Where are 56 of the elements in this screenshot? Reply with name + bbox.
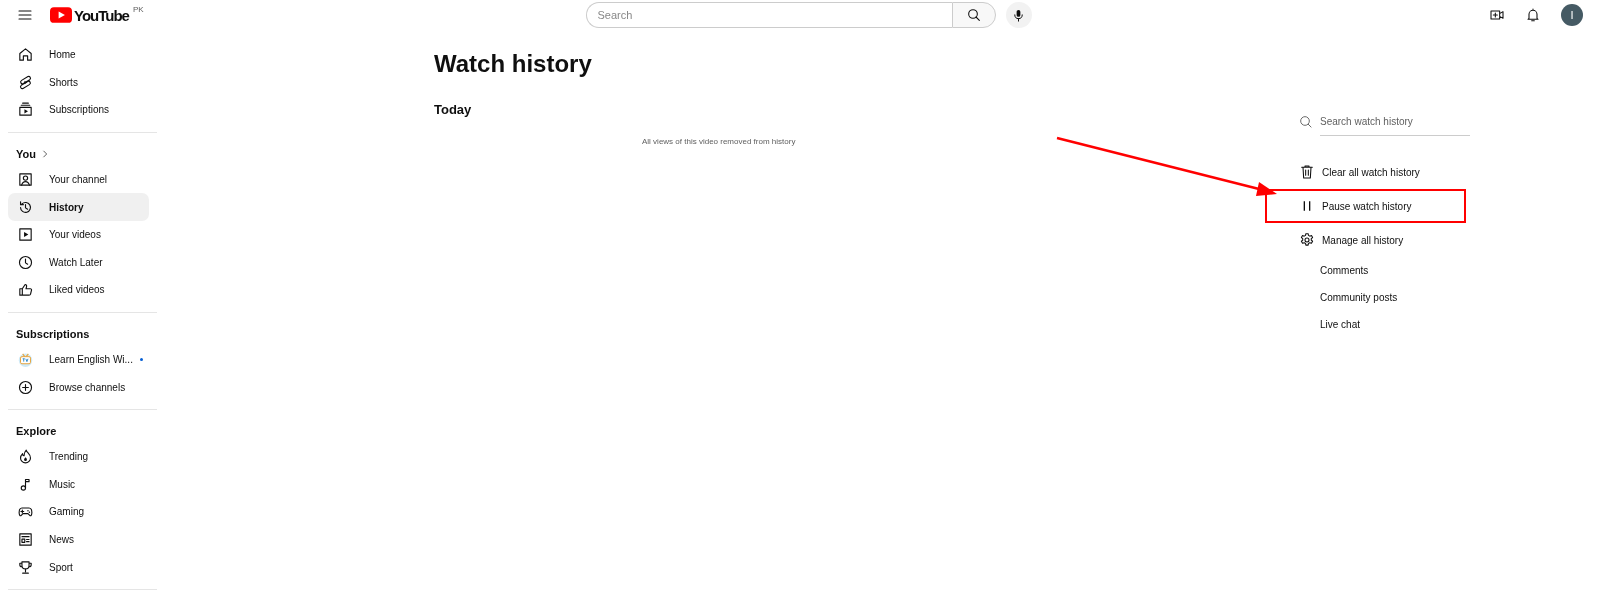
- gear-icon: [1299, 232, 1315, 248]
- sidebar-item[interactable]: Browse channels: [8, 373, 149, 401]
- sidebar-item[interactable]: Your videos: [8, 220, 149, 249]
- sidebar-item[interactable]: Your channel: [8, 165, 149, 194]
- sidebar-item[interactable]: Liked videos: [8, 276, 149, 304]
- history-link[interactable]: Comments: [1295, 257, 1369, 284]
- microphone-button[interactable]: [1005, 2, 1032, 28]
- history-action-button[interactable]: Clear all watch history: [1265, 155, 1474, 189]
- play-logo-icon: [50, 7, 72, 23]
- search-field[interactable]: Search: [585, 2, 952, 28]
- sidebar-item[interactable]: News: [8, 525, 149, 554]
- search-icon: [965, 7, 982, 23]
- subscriptions-icon: [17, 101, 34, 119]
- clock-icon: [17, 253, 34, 271]
- history-link[interactable]: Community posts: [1295, 284, 1398, 311]
- user-icon: [17, 171, 34, 189]
- sidebar-item[interactable]: Shorts: [8, 68, 149, 97]
- video-icon: [17, 226, 34, 244]
- newspaper-icon: [17, 531, 34, 548]
- history-icon: [17, 198, 34, 216]
- channel-avatar-icon: [17, 351, 34, 369]
- menu-icon: [17, 7, 33, 23]
- sidebar-item[interactable]: Sport: [8, 553, 149, 581]
- thumbs-up-icon: [17, 281, 34, 299]
- avatar[interactable]: I: [1561, 4, 1583, 26]
- shorts-icon: [17, 73, 34, 91]
- section-heading: Explore: [16, 424, 57, 437]
- sidebar-item[interactable]: Home: [8, 41, 149, 69]
- section-heading: Subscriptions: [16, 327, 90, 340]
- microphone-icon: [1011, 7, 1026, 23]
- sidebar-item[interactable]: Watch Later: [8, 248, 149, 277]
- history-action-button[interactable]: Pause watch history: [1265, 189, 1466, 223]
- history-search-field[interactable]: Search watch history: [1320, 116, 1470, 136]
- sidebar-item[interactable]: Gaming: [8, 498, 149, 526]
- search-icon: [1298, 114, 1314, 130]
- page-title: Watch history: [434, 50, 593, 78]
- sidebar-item[interactable]: Trending: [8, 442, 149, 471]
- sidebar-item[interactable]: History: [8, 193, 149, 221]
- home-icon: [17, 46, 34, 64]
- sidebar-item[interactable]: Learn English Wi...: [8, 345, 149, 374]
- logo-text: YouTube: [74, 6, 129, 24]
- section-heading[interactable]: You: [16, 147, 36, 160]
- country-code: PK: [132, 4, 144, 14]
- flame-icon: [17, 448, 34, 466]
- plus-circle-icon: [17, 378, 34, 396]
- sidebar-item[interactable]: Music: [8, 470, 149, 499]
- history-link[interactable]: Live chat: [1295, 311, 1361, 338]
- bell-icon: [1525, 7, 1541, 23]
- removed-notice: All views of this video removed from history: [642, 137, 797, 146]
- trash-icon: [1299, 164, 1315, 180]
- date-heading: Today: [434, 102, 473, 117]
- search-button[interactable]: [951, 2, 996, 28]
- trophy-icon: [17, 558, 34, 576]
- history-action-button[interactable]: Manage all history: [1265, 223, 1458, 257]
- video-plus-icon: [1489, 7, 1505, 23]
- sidebar-item[interactable]: Subscriptions: [8, 96, 149, 124]
